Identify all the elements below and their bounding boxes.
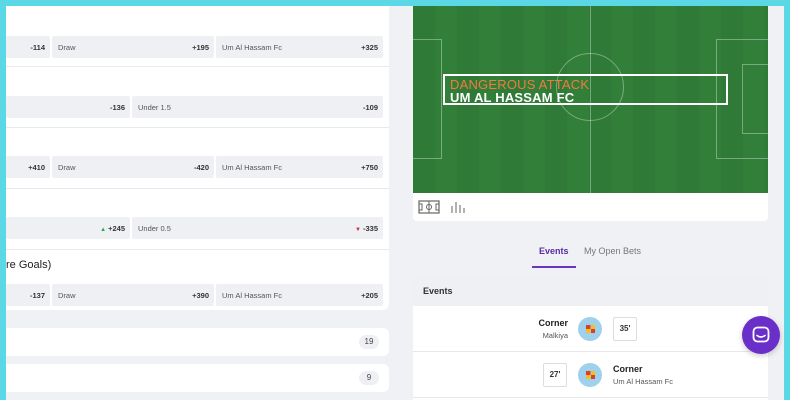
odds-button-draw[interactable]: Draw -420 [52,156,214,178]
pitch-goal-box-right [742,64,768,134]
pitch: DANGEROUS ATTACK UM AL HASSAM FC [413,6,768,193]
odds-button-home[interactable]: -137 [6,284,50,306]
pitch-penalty-box-left [413,39,442,159]
event-team: Um Al Hassam Fc [613,377,674,386]
events-header: Events [413,276,768,306]
market-row: -136 Under 1.5 -109 [6,67,389,128]
market-row: re Goals) -137 Draw +390 Um Al Hassam Fc… [6,250,389,311]
odds-value: +410 [28,163,45,172]
market-title: re Goals) [6,259,52,271]
match-tracker: DANGEROUS ATTACK UM AL HASSAM FC [413,6,768,221]
odds-button-home[interactable]: -114 [6,36,50,58]
odds-button-home[interactable]: +410 [6,156,50,178]
odds-value: -109 [362,103,378,112]
chat-icon [752,326,770,343]
odds-value: -136 [109,103,125,112]
corner-flag-icon [578,317,602,341]
event-row: 27' Corner Um Al Hassam Fc [413,352,768,398]
bar-chart-icon[interactable] [448,199,470,215]
event-name: Corner [613,364,643,374]
market-row: +410 Draw -420 Um Al Hassam Fc +750 [6,128,389,189]
odds-button-away[interactable]: Um Al Hassam Fc +325 [216,36,383,58]
odds-value: +750 [361,163,378,172]
odds-label: Draw [58,291,76,300]
trend-down-icon: ▼ [355,227,361,233]
odds-value: -420 [193,163,209,172]
odds-value-wrap: ▲ +245 [100,224,125,233]
odds-button-draw[interactable]: Draw +195 [52,36,214,58]
market-row: -114 Draw +195 Um Al Hassam Fc +325 [6,6,389,67]
chat-launcher-button[interactable] [742,316,780,354]
market-count-badge: 9 [359,371,379,385]
event-name: Corner [538,318,568,328]
odds-value: +245 [108,224,125,233]
odds-label: Um Al Hassam Fc [222,291,283,300]
odds-label: Um Al Hassam Fc [222,163,283,172]
tab-my-open-bets[interactable]: My Open Bets [584,246,641,256]
live-event-banner: DANGEROUS ATTACK UM AL HASSAM FC [443,74,728,105]
page: -114 Draw +195 Um Al Hassam Fc +325 -136… [6,6,784,400]
pitch-icon[interactable] [418,199,440,215]
odds-label: Under 0.5 [138,224,171,233]
odds-label: Under 1.5 [138,103,171,112]
odds-value: +390 [192,291,209,300]
active-tab-indicator [532,266,576,268]
markets-panel: -114 Draw +195 Um Al Hassam Fc +325 -136… [6,6,389,310]
odds-button-under[interactable]: Under 0.5 ▼ -335 [132,217,383,239]
event-minute: 35' [613,317,637,341]
odds-label: Draw [58,163,76,172]
odds-value: +205 [361,291,378,300]
odds-button-under[interactable]: Under 1.5 -109 [132,96,383,118]
collapsed-market-group[interactable]: 9 [6,364,389,392]
odds-value: +325 [361,43,378,52]
odds-value-wrap: ▼ -335 [355,224,378,233]
odds-label: Draw [58,43,76,52]
odds-value: -335 [362,224,378,233]
market-count-badge: 19 [359,335,379,349]
live-event-team: UM AL HASSAM FC [450,90,575,105]
event-team: Malkiya [542,331,568,340]
collapsed-market-group[interactable]: 19 [6,328,389,356]
odds-label: Um Al Hassam Fc [222,43,283,52]
odds-button-over[interactable]: ▲ +245 [6,217,130,239]
market-row: ▲ +245 Under 0.5 ▼ -335 [6,189,389,250]
tab-events[interactable]: Events [539,246,569,256]
corner-flag-icon [578,363,602,387]
event-row: Corner Malkiya 35' [413,306,768,352]
odds-value: +195 [192,43,209,52]
odds-button-away[interactable]: Um Al Hassam Fc +750 [216,156,383,178]
events-panel: Events Corner Malkiya 35' 27' Corner Um … [413,276,768,400]
odds-button-over[interactable]: -136 [6,96,130,118]
event-minute: 27' [543,363,567,387]
odds-button-away[interactable]: Um Al Hassam Fc +205 [216,284,383,306]
trend-up-icon: ▲ [100,227,107,233]
odds-button-draw[interactable]: Draw +390 [52,284,214,306]
odds-value: -137 [29,291,45,300]
odds-value: -114 [30,43,45,52]
tracker-tabs: Events My Open Bets [413,234,768,270]
